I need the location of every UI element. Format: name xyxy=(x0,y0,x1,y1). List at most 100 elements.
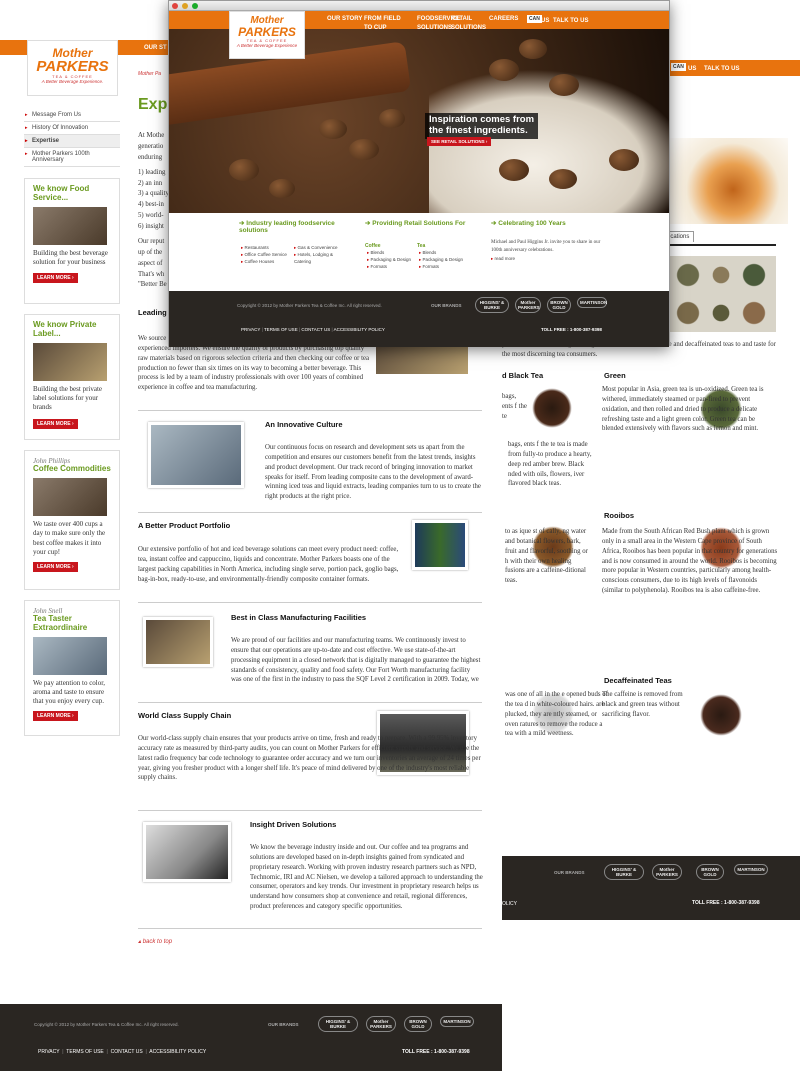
toll-free: TOLL FREE : 1-800-387-9398 xyxy=(541,327,602,332)
promo-image xyxy=(33,206,107,245)
brand-logo[interactable]: Mother PARKERS xyxy=(515,297,541,313)
back-logo[interactable]: Mother PARKERS TEA & COFFEE A Better Bev… xyxy=(27,40,118,96)
read-more-link[interactable]: read more xyxy=(491,256,515,261)
tea-text: to as ique st of cally, ng water and bot… xyxy=(505,528,588,585)
section-heading: A Better Product Portfolio xyxy=(138,521,231,530)
lang-us[interactable]: US xyxy=(541,18,549,24)
arrow-circle-icon: ➔ xyxy=(239,220,245,227)
brand-logo[interactable]: HIGGINS' & BURKE xyxy=(475,297,509,313)
section-text: Our world-class supply chain ensures tha… xyxy=(138,735,481,782)
anniversary-column: ➔ Celebrating 100 Years Michael and Paul… xyxy=(491,219,601,263)
toll-free: TOLL FREE : 1-800-387-9398 xyxy=(692,900,760,906)
footer-link-terms[interactable]: TERMS OF USE xyxy=(66,1049,104,1055)
arrow-circle-icon: ➔ xyxy=(491,220,497,227)
brand-logo[interactable]: BROWN GOLD xyxy=(404,1016,432,1032)
promo-card: We know Food Service... Building the bes… xyxy=(24,178,120,304)
learn-more-button[interactable]: LEARN MORE › xyxy=(33,561,78,572)
divider xyxy=(138,702,482,703)
side-menu-item[interactable]: Message From Us xyxy=(24,109,120,122)
section-image xyxy=(143,617,213,667)
brand-logo[interactable]: Mother PARKERS xyxy=(652,864,682,880)
section-heading: Best in Class Manufacturing Facilities xyxy=(231,613,367,622)
promo-title: We know Food Service... xyxy=(33,184,90,202)
side-menu-item[interactable]: History Of Innovation xyxy=(24,122,120,135)
tea-heading-green: Green xyxy=(604,371,626,380)
brand-logo[interactable]: BROWN GOLD xyxy=(696,864,724,880)
minimize-window-button[interactable] xyxy=(182,3,188,9)
nav-our-story[interactable]: OUR STORY xyxy=(327,16,362,22)
footer-link-contact[interactable]: CONTACT US xyxy=(111,1049,143,1055)
promo-card: We know Private Label... Building the be… xyxy=(24,314,120,440)
tea-text: Most popular in Asia, green tea is un-ox… xyxy=(602,386,764,433)
talk-to-us[interactable]: TALK TO US xyxy=(553,18,588,24)
see-retail-solutions-button[interactable]: SEE RETAIL SOLUTIONS › xyxy=(427,137,492,146)
footer-link-terms[interactable]: TERMS OF USE xyxy=(264,327,298,332)
tea-heading-decaf: Decaffeinated Teas xyxy=(604,676,672,685)
promo-image xyxy=(33,636,107,675)
divider xyxy=(138,602,482,603)
side-menu-item[interactable]: Mother Parkers 100th Anniversary xyxy=(24,148,120,167)
footer-link-accessibility[interactable]: ACCESSIBILITY POLICY xyxy=(334,327,385,332)
section-heading: World Class Supply Chain xyxy=(138,711,232,720)
divider xyxy=(138,810,482,811)
tea-text: was one of all in the e opened buds of t… xyxy=(505,691,608,738)
section-text: Our continuous focus on research and dev… xyxy=(265,444,481,501)
section-text: We know the beverage industry inside and… xyxy=(250,844,483,911)
retail-column: ➔ Providing Retail Solutions For Coffee … xyxy=(365,219,485,269)
lang-can[interactable]: CAN xyxy=(527,15,542,23)
promo-title: We know Private Label... xyxy=(33,320,97,338)
breadcrumb[interactable]: Mother Pa xyxy=(138,71,161,77)
footer-link-contact[interactable]: CONTACT US xyxy=(301,327,330,332)
promo-image xyxy=(33,477,107,516)
lang-can[interactable]: CAN xyxy=(671,63,686,71)
section-text: We are proud of our facilities and our m… xyxy=(231,637,481,682)
front-browser-window: OUR STORY FROM FIELD TO CUP FOODSERVICE … xyxy=(168,0,670,347)
arrow-circle-icon: ➔ xyxy=(365,220,371,227)
promo-text: We taste over 400 cups a day to make sur… xyxy=(33,519,106,557)
brand-logo[interactable]: MARTINSON xyxy=(577,297,607,308)
promo-card: John Phillips Coffee Commodities We tast… xyxy=(24,450,120,590)
side-menu-item[interactable]: Expertise xyxy=(24,135,120,148)
footer-link-accessibility[interactable]: OLICY xyxy=(502,901,517,907)
promo-card: John Snell Tea Taster Extraordinaire We … xyxy=(24,600,120,736)
nav-our-story[interactable]: OUR ST xyxy=(144,45,167,51)
divider xyxy=(138,928,482,929)
back-footer: Copyright © 2012 by Mother Parkers Tea &… xyxy=(0,1004,502,1071)
footer-link-privacy[interactable]: PRIVACY xyxy=(38,1049,60,1055)
talk-to-us[interactable]: TALK TO US xyxy=(704,66,739,72)
tea-text: The caffeine is removed from black and g… xyxy=(602,691,683,718)
lang-us[interactable]: US xyxy=(688,66,696,72)
promo-text: Building the best beverage solution for … xyxy=(33,248,108,267)
tea-text: Made from the South African Red Bush pla… xyxy=(602,528,778,595)
promo-text: We pay attention to color, aroma and tas… xyxy=(33,678,106,706)
brand-logo[interactable]: HIGGINS' & BURKE xyxy=(318,1016,358,1032)
back-to-top-link[interactable]: ▴ back to top xyxy=(138,938,172,945)
brand-logo[interactable]: HIGGINS' & BURKE xyxy=(604,864,644,880)
foodservice-column: ➔ Industry leading foodservice solutions… xyxy=(239,219,359,264)
footer-link-privacy[interactable]: PRIVACY xyxy=(241,327,260,332)
nav-careers[interactable]: CAREERS xyxy=(489,16,518,22)
brand-logo[interactable]: MARTINSON xyxy=(440,1016,474,1027)
learn-more-button[interactable]: LEARN MORE › xyxy=(33,710,78,721)
section-heading: Leading xyxy=(138,308,167,317)
brand-logo[interactable]: BROWN GOLD xyxy=(547,297,571,313)
brand-logo[interactable]: MARTINSON xyxy=(734,864,768,875)
section-heading: An Innovative Culture xyxy=(265,420,343,429)
front-logo[interactable]: Mother PARKERS TEA & COFFEE A Better Bev… xyxy=(229,11,305,59)
zoom-window-button[interactable] xyxy=(192,3,198,9)
brand-logo[interactable]: Mother PARKERS xyxy=(366,1016,396,1032)
promo-text: Building the best private label solution… xyxy=(33,384,103,412)
tea-varieties-image xyxy=(666,256,776,332)
intro-fragments: At Mothe generatio enduring 1) leading 2) a… xyxy=(138,132,169,289)
black-tea-image xyxy=(532,388,572,428)
learn-more-button[interactable]: LEARN MORE › xyxy=(33,418,78,429)
promo-title: Coffee Commodities xyxy=(33,464,111,473)
close-window-button[interactable] xyxy=(172,3,178,9)
section-image xyxy=(412,520,468,570)
toll-free: TOLL FREE : 1-800-387-9398 xyxy=(402,1049,470,1055)
tea-text: bags, ents f the te tea is made from ful… xyxy=(508,441,592,488)
footer-link-accessibility[interactable]: ACCESSIBILITY POLICY xyxy=(149,1049,206,1055)
learn-more-button[interactable]: LEARN MORE › xyxy=(33,273,78,284)
tab-underline xyxy=(664,244,776,246)
front-footer: Copyright © 2012 by Mother Parkers Tea &… xyxy=(169,291,669,347)
